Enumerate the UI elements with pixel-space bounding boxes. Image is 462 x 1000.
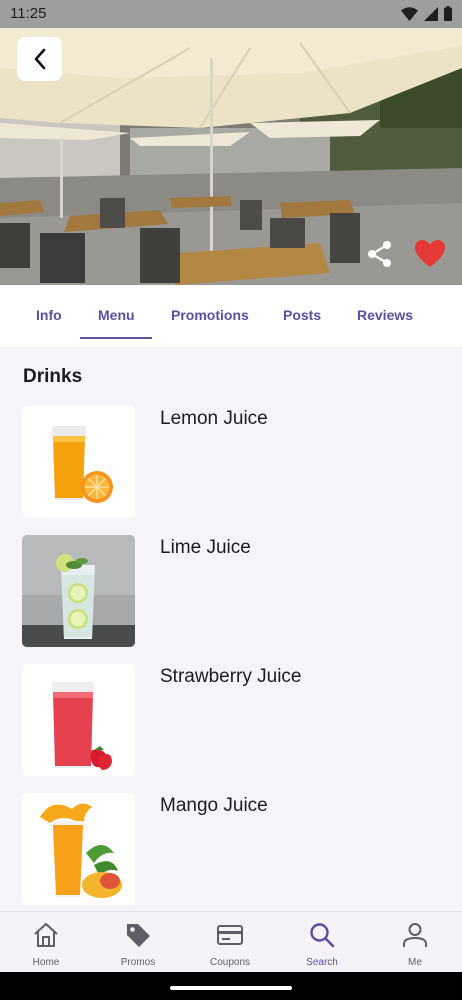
mango-juice-splash <box>22 793 135 905</box>
menu-item[interactable]: Mango Juice <box>0 793 462 905</box>
tag-icon <box>123 921 153 949</box>
tab-promotions[interactable]: Promotions <box>171 307 249 323</box>
item-image <box>22 535 135 647</box>
tab-bar: Info Menu Promotions Posts Reviews <box>0 285 462 347</box>
nav-label: Me <box>408 957 422 968</box>
section-title: Drinks <box>23 366 83 387</box>
share-icon <box>368 241 391 267</box>
item-name: Lime Juice <box>160 537 251 558</box>
card-icon <box>215 921 245 949</box>
back-button[interactable] <box>17 37 62 81</box>
red-juice-glass <box>22 664 135 776</box>
bottom-navigation: Home Promos Coupons Search Me <box>0 911 462 972</box>
tab-posts[interactable]: Posts <box>283 307 321 323</box>
item-image <box>22 664 135 776</box>
share-button[interactable] <box>365 239 395 269</box>
menu-item[interactable]: Lemon Juice <box>0 406 462 518</box>
status-icons <box>401 6 452 21</box>
nav-me[interactable]: Me <box>369 912 461 973</box>
app-screen: 11:25 Info Menu Promotions Posts Reviews… <box>0 0 462 1000</box>
item-image <box>22 406 135 518</box>
signal-icon <box>424 6 438 21</box>
status-bar: 11:25 <box>0 0 462 28</box>
nav-coupons[interactable]: Coupons <box>184 912 276 973</box>
item-name: Strawberry Juice <box>160 666 302 687</box>
orange-juice-glass <box>22 406 135 518</box>
status-time: 11:25 <box>10 5 47 22</box>
nav-label: Home <box>32 957 60 968</box>
tab-reviews[interactable]: Reviews <box>357 307 413 323</box>
search-icon <box>307 921 337 949</box>
tab-menu[interactable]: Menu <box>98 307 135 323</box>
item-name: Lemon Juice <box>160 408 268 429</box>
lime-soda-glass <box>22 535 135 647</box>
nav-home[interactable]: Home <box>0 912 92 973</box>
user-icon <box>400 921 430 949</box>
favorite-button[interactable] <box>414 239 446 269</box>
menu-item[interactable]: Strawberry Juice <box>0 664 462 776</box>
home-icon <box>31 921 61 949</box>
nav-search[interactable]: Search <box>276 912 368 973</box>
chevron-left-icon <box>34 48 45 70</box>
nav-label: Promos <box>120 957 156 968</box>
wifi-icon <box>401 6 418 21</box>
nav-promos[interactable]: Promos <box>92 912 184 973</box>
tab-info[interactable]: Info <box>36 307 62 323</box>
home-gesture-handle[interactable] <box>170 986 292 990</box>
menu-item[interactable]: Lime Juice <box>0 535 462 647</box>
battery-icon <box>444 6 452 21</box>
heart-icon <box>415 240 445 267</box>
item-image <box>22 793 135 905</box>
nav-label: Coupons <box>209 957 251 968</box>
active-tab-indicator <box>80 337 152 339</box>
item-name: Mango Juice <box>160 795 268 816</box>
nav-label: Search <box>306 957 338 968</box>
